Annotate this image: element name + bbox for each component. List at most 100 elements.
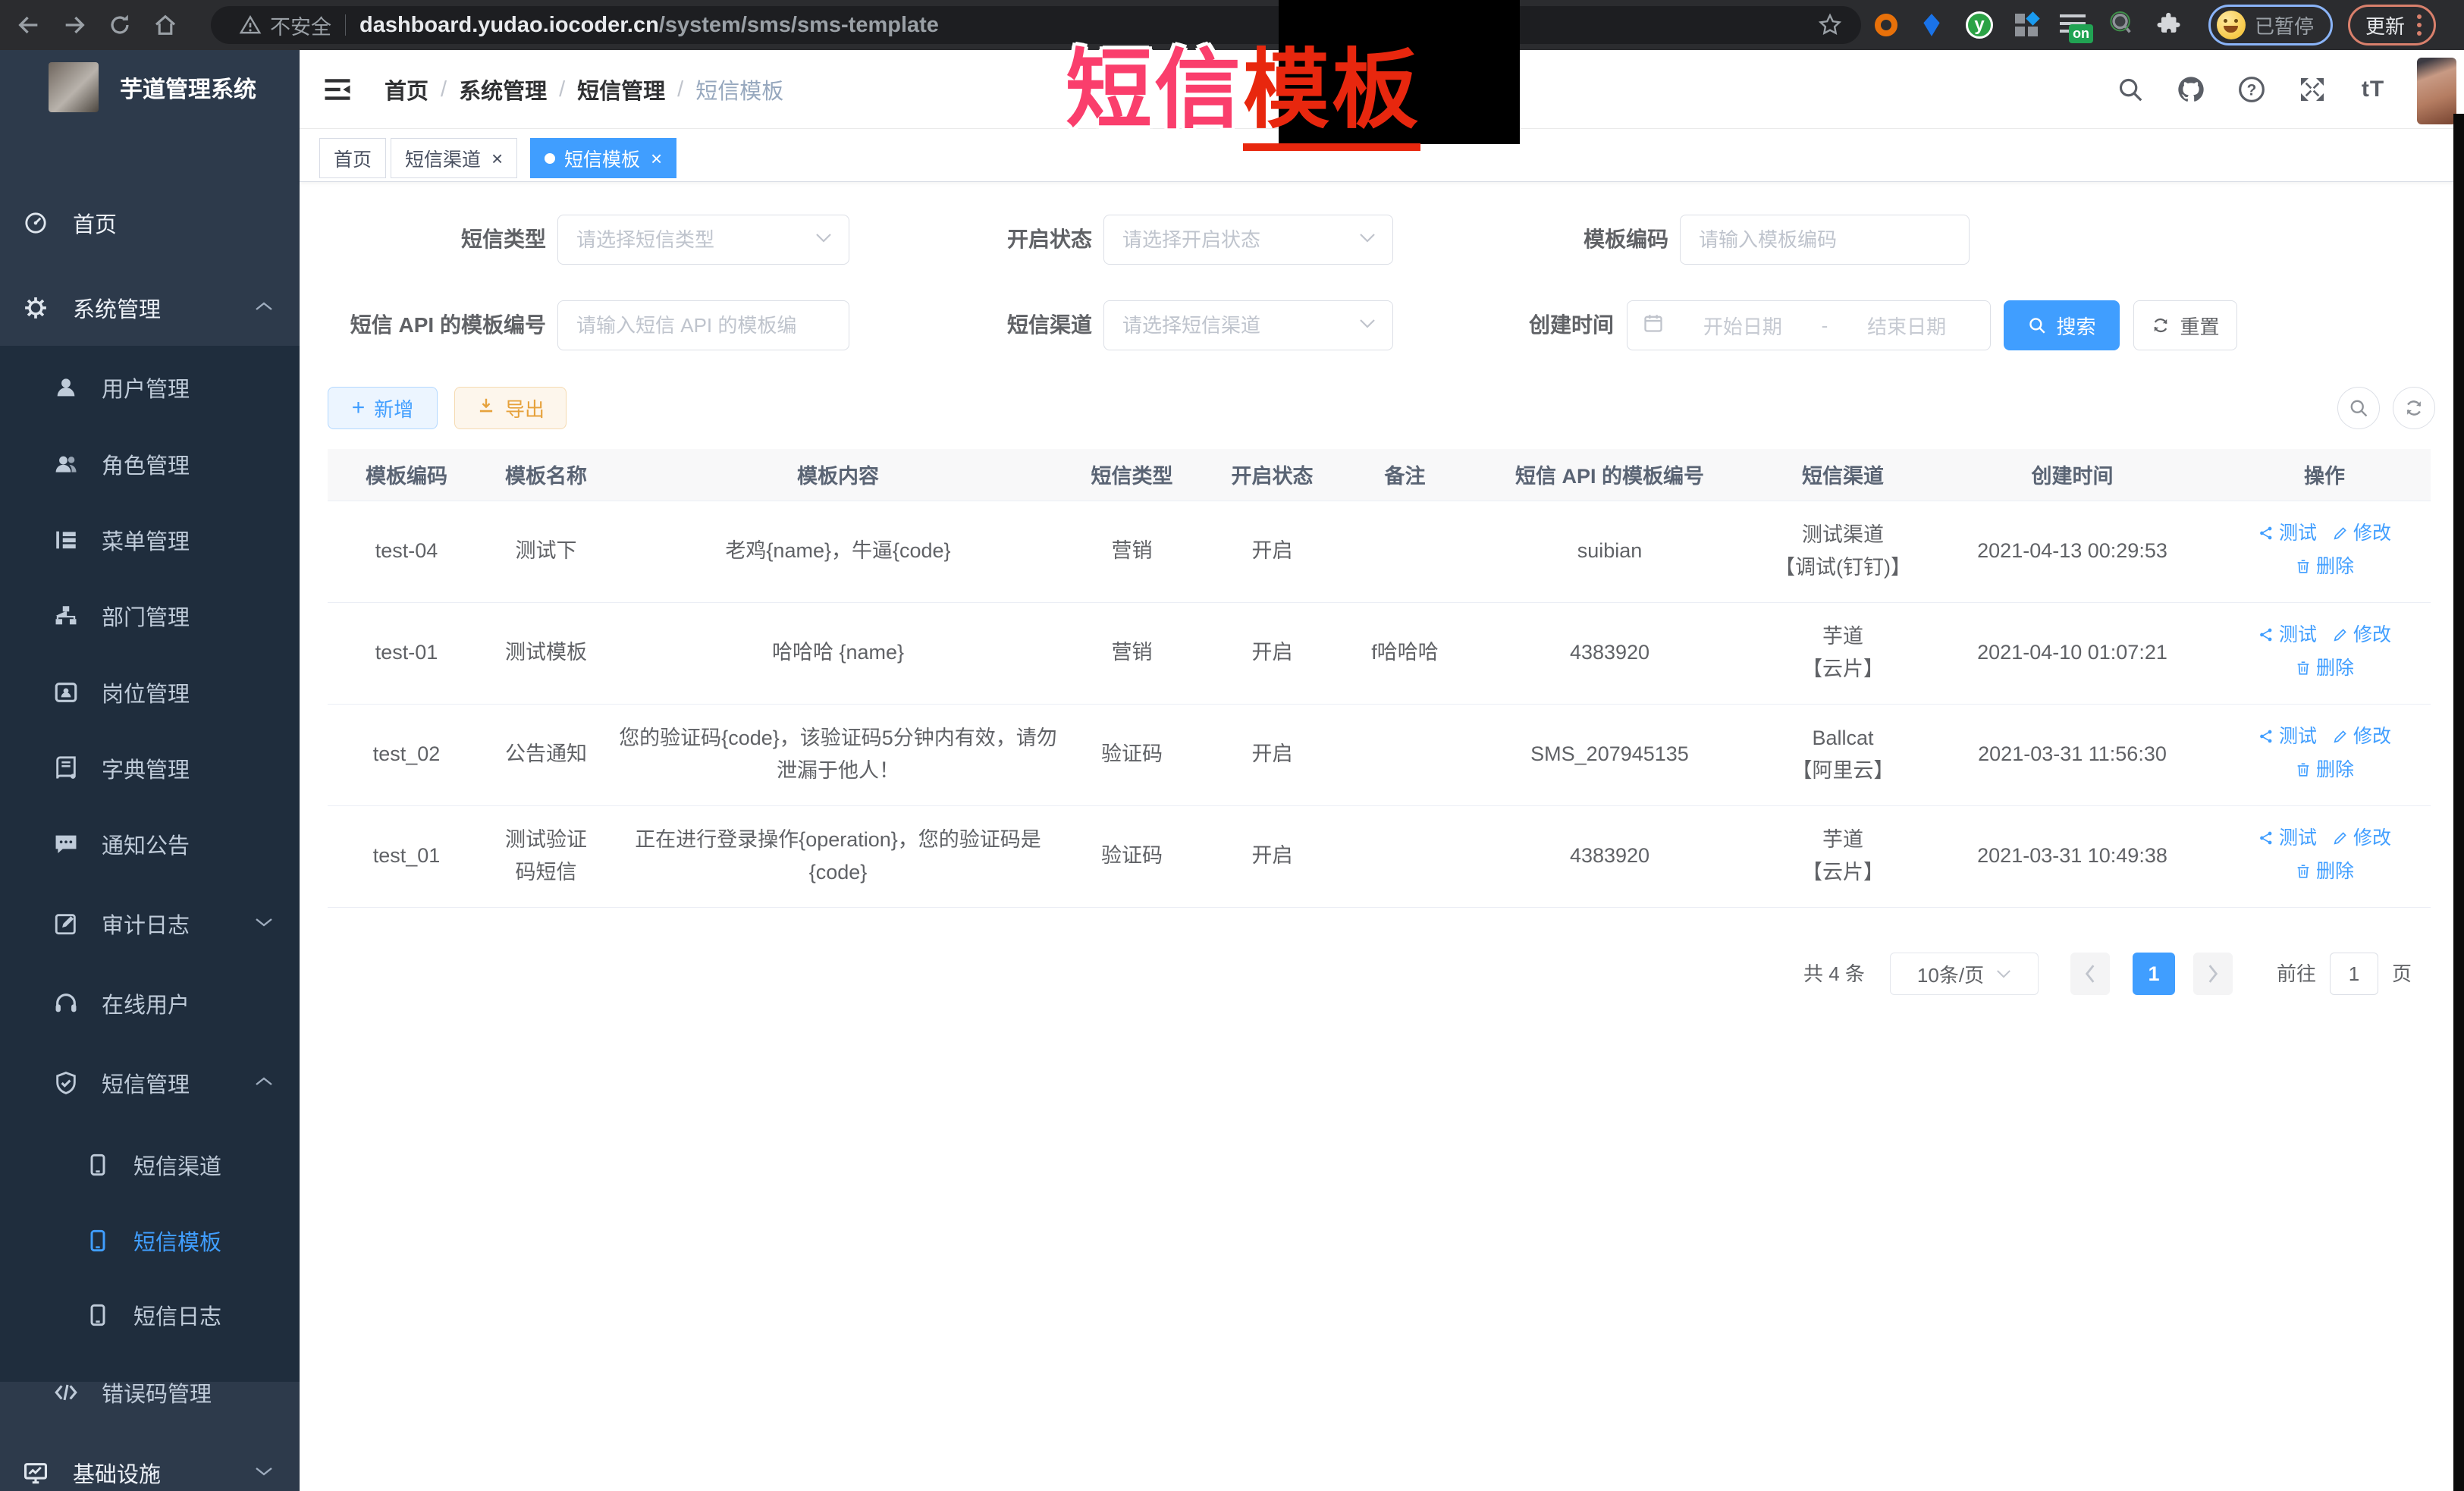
page-size-select[interactable]: 10条/页: [1890, 953, 2039, 995]
channel-select[interactable]: [1103, 300, 1393, 350]
security-label[interactable]: 不安全: [270, 11, 331, 40]
template-code-input[interactable]: [1680, 215, 1970, 265]
fullscreen-icon[interactable]: [2297, 74, 2327, 105]
table-header-row: 模板编码 模板名称 模板内容 短信类型 开启状态 备注 短信 API 的模板编号…: [328, 449, 2431, 501]
sidebar-item-department-management[interactable]: 部门管理: [0, 578, 300, 654]
extension-tool-icon[interactable]: [2108, 11, 2134, 40]
start-date-placeholder[interactable]: 开始日期: [1675, 312, 1811, 340]
test-link[interactable]: 测试: [2258, 620, 2317, 650]
refresh-button[interactable]: [2393, 387, 2435, 429]
sidebar-item-post-management[interactable]: 岗位管理: [0, 654, 300, 730]
sidebar-item-notice-announcement[interactable]: 通知公告: [0, 806, 300, 882]
tag-home[interactable]: 首页: [319, 138, 386, 178]
edit-link[interactable]: 修改: [2332, 721, 2391, 752]
sidebar-item-sms-management[interactable]: 短信管理: [0, 1045, 300, 1121]
close-icon[interactable]: ×: [651, 149, 662, 168]
sidebar-item-audit-log[interactable]: 审计日志: [0, 886, 300, 962]
delete-link[interactable]: 删除: [2295, 653, 2354, 683]
sidebar-item-online-users[interactable]: 在线用户: [0, 965, 300, 1041]
breadcrumb-system[interactable]: 系统管理: [459, 74, 547, 105]
chevron-down-icon: [815, 233, 832, 247]
table-row: test_02 公告通知 您的验证码{code}，该验证码5分钟内有效，请勿泄漏…: [328, 704, 2431, 805]
forward-icon[interactable]: [58, 8, 91, 42]
app-logo-image: [49, 62, 99, 112]
end-date-placeholder[interactable]: 结束日期: [1838, 312, 1975, 340]
next-page-button[interactable]: [2193, 953, 2233, 995]
page-number-1[interactable]: 1: [2133, 953, 2175, 995]
bookmark-star-icon[interactable]: [1817, 12, 1843, 42]
breadcrumb-home[interactable]: 首页: [385, 74, 428, 105]
headset-icon: [53, 990, 79, 1016]
reset-button[interactable]: 重置: [2133, 300, 2237, 350]
download-icon: [476, 396, 496, 421]
sidebar-item-sms-log[interactable]: 短信日志: [0, 1277, 300, 1353]
app-logo-row[interactable]: 芋道管理系统: [0, 61, 300, 114]
browser-extensions: y on: [1875, 0, 2181, 50]
extensions-puzzle-icon[interactable]: [2155, 11, 2181, 40]
search-button[interactable]: 搜索: [2004, 300, 2120, 350]
delete-link[interactable]: 删除: [2295, 856, 2354, 887]
api-template-id-input[interactable]: [557, 300, 849, 350]
sidebar-item-menu-management[interactable]: 菜单管理: [0, 502, 300, 578]
extension-orange-ring-icon[interactable]: [1875, 14, 1897, 36]
edit-link[interactable]: 修改: [2332, 620, 2391, 650]
sidebar-item-sms-template[interactable]: 短信模板: [0, 1203, 300, 1279]
sms-type-select[interactable]: [557, 215, 849, 265]
status-label: 开启状态: [902, 215, 1092, 265]
chevron-down-icon: [1359, 319, 1376, 333]
extension-list-on-icon[interactable]: on: [2060, 11, 2087, 39]
test-link[interactable]: 测试: [2258, 823, 2317, 853]
extension-grid-icon[interactable]: [2014, 13, 2039, 37]
sidebar-item-dict-management[interactable]: 字典管理: [0, 730, 300, 806]
close-icon[interactable]: ×: [491, 149, 503, 168]
tag-sms-template[interactable]: 短信模板 ×: [530, 138, 676, 178]
show-search-toggle-button[interactable]: [2337, 387, 2380, 429]
sidebar-item-home[interactable]: 首页: [0, 185, 300, 261]
browser-menu-dots-icon[interactable]: [2417, 14, 2422, 36]
browser-update-button[interactable]: 更新: [2348, 5, 2436, 46]
app-title: 芋道管理系统: [120, 71, 256, 104]
chevron-down-icon: [254, 916, 274, 932]
sidebar-collapse-icon[interactable]: [321, 73, 354, 106]
back-icon[interactable]: [12, 8, 46, 42]
export-button[interactable]: 导出: [454, 387, 567, 429]
url-text[interactable]: dashboard.yudao.iocoder.cn/system/sms/sm…: [359, 13, 939, 38]
prev-page-button[interactable]: [2070, 953, 2110, 995]
home-icon[interactable]: [149, 8, 182, 42]
delete-link[interactable]: 删除: [2295, 551, 2354, 582]
add-button[interactable]: + 新增: [328, 387, 438, 429]
breadcrumb-sms[interactable]: 短信管理: [577, 74, 665, 105]
tag-sms-channel[interactable]: 短信渠道 ×: [391, 138, 517, 178]
sidebar-item-sms-channel[interactable]: 短信渠道: [0, 1127, 300, 1203]
shield-check-icon: [53, 1070, 79, 1096]
edit-link[interactable]: 修改: [2332, 823, 2391, 853]
sidebar-item-infrastructure[interactable]: 基础设施: [0, 1435, 300, 1491]
sidebar-item-error-code-management[interactable]: 错误码管理: [0, 1354, 300, 1430]
github-icon[interactable]: [2176, 74, 2206, 105]
user-avatar[interactable]: [2417, 58, 2456, 124]
edit-link[interactable]: 修改: [2332, 518, 2391, 548]
date-range-picker[interactable]: 开始日期 - 结束日期: [1627, 300, 1991, 350]
search-icon[interactable]: [2115, 74, 2145, 105]
test-link[interactable]: 测试: [2258, 518, 2317, 548]
extension-blue-kite-icon[interactable]: [1919, 12, 1945, 38]
address-bar[interactable]: 不安全 dashboard.yudao.iocoder.cn/system/sm…: [211, 6, 1861, 44]
test-link[interactable]: 测试: [2258, 721, 2317, 752]
calendar-icon: [1643, 312, 1664, 339]
message-bubble-icon: [53, 831, 79, 857]
delete-link[interactable]: 删除: [2295, 755, 2354, 785]
extension-green-y-icon[interactable]: y: [1966, 11, 1993, 39]
browser-profile-chip[interactable]: 已暂停: [2208, 5, 2333, 46]
help-icon[interactable]: ?: [2236, 74, 2267, 105]
profile-status-label: 已暂停: [2255, 11, 2314, 39]
sidebar-item-user-management[interactable]: 用户管理: [0, 350, 300, 425]
sidebar: 芋道管理系统 首页 系统管理 用户管理 角色管理 菜单管理 部门管理: [0, 50, 300, 1491]
goto-page-input[interactable]: [2330, 953, 2378, 995]
tree-list-icon: [53, 527, 79, 553]
sidebar-item-role-management[interactable]: 角色管理: [0, 426, 300, 502]
reload-icon[interactable]: [103, 8, 137, 42]
sidebar-item-system-management[interactable]: 系统管理: [0, 270, 300, 346]
sms-type-label: 短信类型: [319, 215, 546, 265]
status-select[interactable]: [1103, 215, 1393, 265]
font-size-icon[interactable]: tT: [2358, 74, 2388, 105]
